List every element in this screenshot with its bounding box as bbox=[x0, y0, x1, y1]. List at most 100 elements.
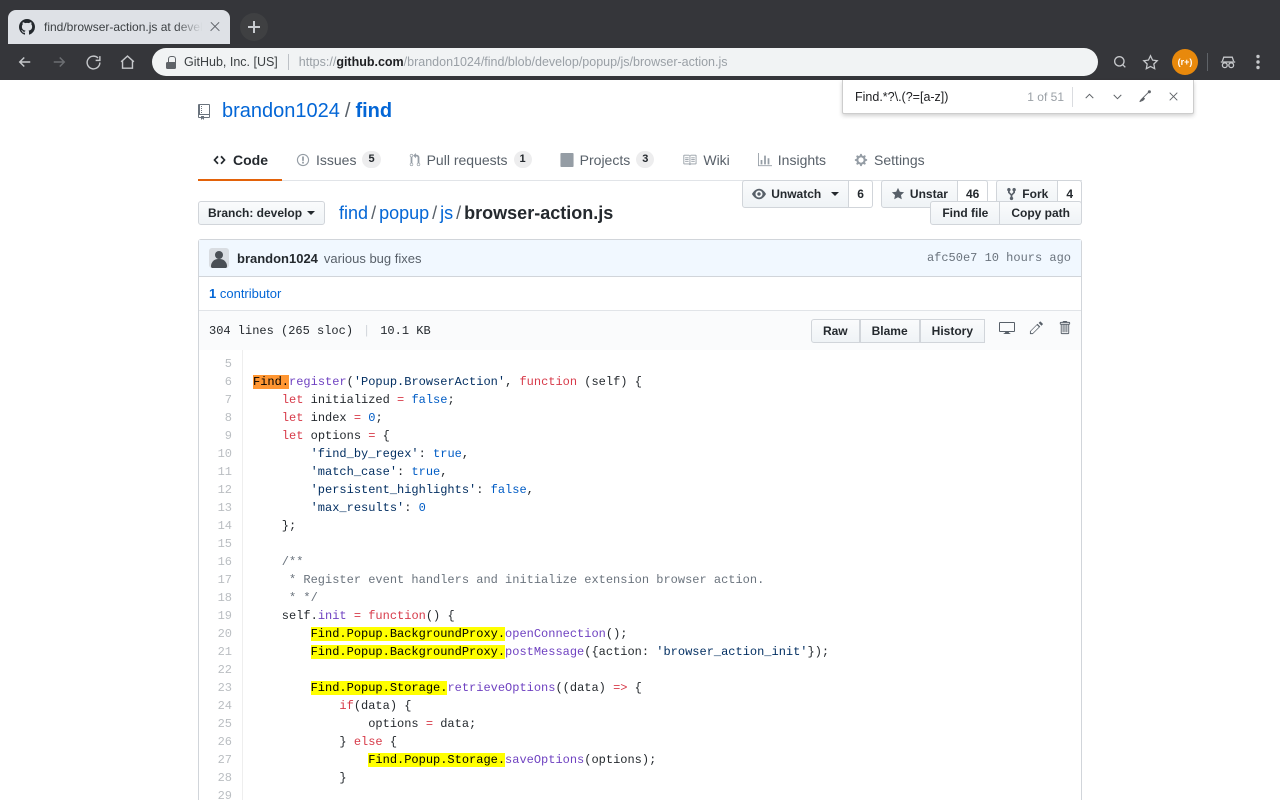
repo-name-link[interactable]: find bbox=[355, 100, 392, 123]
browser-tab[interactable]: find/browser-action.js at develop bbox=[8, 10, 230, 44]
home-icon[interactable] bbox=[113, 48, 141, 76]
code-line: Find.Popup.Storage.retrieveOptions((data… bbox=[253, 679, 1081, 697]
code-token: ; bbox=[447, 393, 455, 407]
line-number: 22 bbox=[217, 663, 232, 677]
find-input[interactable] bbox=[855, 89, 1028, 104]
tab-pull-requests[interactable]: Pull requests 1 bbox=[395, 142, 546, 181]
new-tab-button[interactable] bbox=[240, 13, 268, 41]
branch-label: Branch: develop bbox=[208, 206, 303, 220]
breadcrumb-slash: / bbox=[456, 202, 462, 223]
code-line: /** bbox=[253, 553, 1081, 571]
delete-trash-icon[interactable] bbox=[1058, 320, 1071, 341]
address-bar[interactable]: GitHub, Inc. [US] https://github.com/bra… bbox=[152, 48, 1098, 76]
code-line: self.init = function() { bbox=[253, 607, 1081, 625]
breadcrumb-slash: / bbox=[371, 202, 377, 223]
code-token: { bbox=[627, 681, 642, 695]
blame-button[interactable]: Blame bbox=[859, 318, 920, 343]
book-icon bbox=[682, 153, 697, 167]
code-token: options bbox=[253, 717, 426, 731]
commit-author-name[interactable]: brandon1024 bbox=[237, 251, 318, 266]
reload-icon[interactable] bbox=[79, 48, 107, 76]
repo-nav-tabs: Code Issues 5 Pull requests 1 Projects 3… bbox=[198, 141, 1082, 181]
tab-issues[interactable]: Issues 5 bbox=[282, 142, 395, 181]
code-token: register bbox=[289, 375, 347, 389]
tab-projects[interactable]: Projects 3 bbox=[546, 142, 669, 181]
breadcrumb-item-find[interactable]: find bbox=[339, 203, 368, 223]
code-token: } bbox=[253, 735, 354, 749]
breadcrumb-item-js[interactable]: js bbox=[440, 203, 453, 223]
code-token: = bbox=[425, 717, 434, 731]
open-desktop-icon[interactable] bbox=[999, 320, 1015, 341]
code-token: (data) { bbox=[353, 699, 412, 713]
breadcrumb-slash: / bbox=[432, 202, 438, 223]
incognito-icon[interactable] bbox=[1214, 48, 1242, 76]
code-token: true bbox=[433, 447, 462, 461]
tab-settings[interactable]: Settings bbox=[840, 142, 939, 181]
code-token: 'Popup.BrowserAction' bbox=[353, 375, 506, 389]
line-number: 20 bbox=[217, 627, 232, 641]
code-token: index bbox=[303, 411, 354, 425]
search-icon[interactable] bbox=[1106, 48, 1134, 76]
graph-icon bbox=[757, 152, 772, 167]
code-token: , bbox=[505, 375, 520, 389]
fork-label: Fork bbox=[1022, 187, 1049, 201]
code-line: Find.Popup.BackgroundProxy.openConnectio… bbox=[253, 625, 1081, 643]
profile-avatar[interactable]: (r+) bbox=[1172, 49, 1198, 75]
code-line: let index = 0; bbox=[253, 409, 1081, 427]
blob-actions: Raw Blame History bbox=[810, 318, 1071, 343]
history-button[interactable]: History bbox=[919, 318, 985, 343]
code-token: (self) { bbox=[577, 375, 642, 389]
find-next-icon[interactable] bbox=[1103, 83, 1131, 111]
code-token: 'match_case' bbox=[310, 465, 398, 479]
line-number: 27 bbox=[217, 753, 232, 767]
chrome-menu-icon[interactable] bbox=[1244, 48, 1272, 76]
chevron-down-icon bbox=[831, 192, 840, 196]
tab-wiki[interactable]: Wiki bbox=[668, 142, 743, 181]
code-line: * Register event handlers and initialize… bbox=[253, 571, 1081, 589]
regex-toggle-icon[interactable] bbox=[1131, 83, 1159, 111]
code-token: 'browser_action_init' bbox=[656, 645, 808, 659]
copy-path-button[interactable]: Copy path bbox=[1000, 201, 1082, 225]
contributors-link[interactable]: 1 contributor bbox=[209, 286, 281, 301]
code-token: 'persistent_highlights' bbox=[310, 483, 477, 497]
tab-insights[interactable]: Insights bbox=[744, 142, 840, 181]
commit-author-avatar[interactable] bbox=[209, 248, 229, 268]
project-icon bbox=[560, 152, 574, 167]
edit-pencil-icon[interactable] bbox=[1029, 320, 1044, 341]
bookmark-star-icon[interactable] bbox=[1136, 48, 1164, 76]
code-content[interactable]: Find.register('Popup.BrowserAction', fun… bbox=[243, 350, 1081, 800]
blob-stats-divider: | bbox=[363, 323, 371, 338]
fork-icon bbox=[1007, 187, 1017, 201]
code-token: { bbox=[375, 429, 390, 443]
code-token: saveOptions bbox=[505, 753, 585, 767]
branch-selector-button[interactable]: Branch: develop bbox=[198, 201, 326, 225]
tab-code[interactable]: Code bbox=[198, 142, 282, 181]
code-icon bbox=[212, 153, 227, 167]
file-nav-actions: Find file Copy path bbox=[930, 201, 1082, 225]
commit-sha[interactable]: afc50e7 bbox=[927, 251, 977, 265]
breadcrumb-item-popup[interactable]: popup bbox=[379, 203, 429, 223]
find-in-page-bar[interactable]: 1 of 51 bbox=[842, 80, 1194, 114]
commit-time: 10 hours ago bbox=[984, 251, 1071, 265]
find-close-icon[interactable] bbox=[1159, 83, 1187, 111]
code-token: options bbox=[303, 429, 369, 443]
code-token: => bbox=[613, 681, 628, 695]
repo-owner-link[interactable]: brandon1024 bbox=[222, 100, 340, 123]
code-line: 'find_by_regex': true, bbox=[253, 445, 1081, 463]
file-container: brandon1024 various bug fixes afc50e7 10… bbox=[198, 239, 1082, 800]
find-previous-icon[interactable] bbox=[1075, 83, 1103, 111]
code-token: ((data) bbox=[555, 681, 614, 695]
commit-message[interactable]: various bug fixes bbox=[324, 251, 422, 266]
raw-button[interactable]: Raw bbox=[810, 318, 860, 343]
browser-window: find/browser-action.js at develop GitHub… bbox=[0, 0, 1280, 800]
site-identity: GitHub, Inc. [US] bbox=[184, 55, 278, 69]
toolbar-divider bbox=[1207, 53, 1208, 71]
code-line: } bbox=[253, 769, 1081, 787]
back-icon[interactable] bbox=[11, 48, 39, 76]
line-number: 18 bbox=[217, 591, 232, 605]
code-line: } else { bbox=[253, 733, 1081, 751]
find-file-button[interactable]: Find file bbox=[930, 201, 1001, 225]
tab-close-icon[interactable] bbox=[206, 18, 224, 36]
